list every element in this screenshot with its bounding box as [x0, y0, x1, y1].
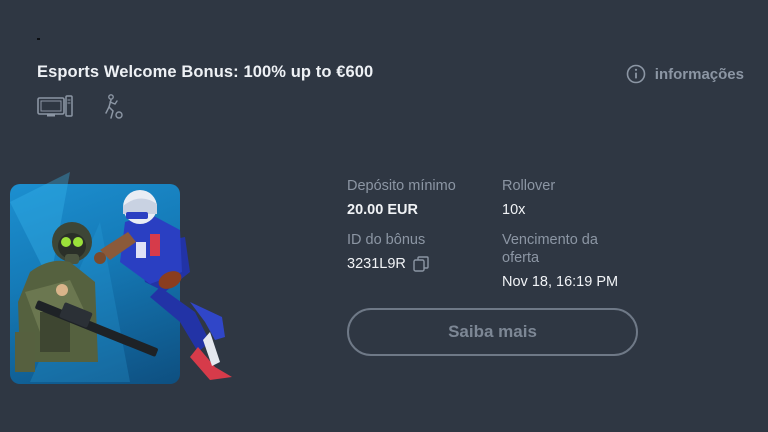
rollover-label: Rollover: [502, 178, 556, 194]
desktop-icon: [37, 95, 73, 119]
decorative-dot: [37, 38, 40, 40]
bonus-id-row: 3231L9R: [347, 254, 429, 274]
expiry-label-line2: oferta: [502, 250, 540, 266]
expiry-label: Vencimento da oferta: [502, 231, 618, 267]
learn-more-button[interactable]: Saiba mais: [347, 308, 638, 356]
bonus-id-field: ID do bônus 3231L9R: [347, 231, 429, 274]
rollover-value: 10x: [502, 202, 526, 218]
bonus-id-label: ID do bônus: [347, 232, 426, 248]
min-deposit-field: Depósito mínimo 20.00 EUR: [347, 177, 456, 220]
expiry-label-line1: Vencimento da: [502, 232, 598, 248]
info-icon: [626, 64, 646, 84]
info-link[interactable]: informações: [626, 64, 744, 84]
bonus-id-value: 3231L9R: [347, 256, 406, 272]
expiry-field: Vencimento da oferta Nov 18, 16:19 PM: [502, 231, 618, 292]
rollover-field: Rollover 10x: [502, 177, 555, 220]
expiry-value: Nov 18, 16:19 PM: [502, 274, 619, 290]
bonus-card: Esports Welcome Bonus: 100% up to €600 i…: [0, 0, 768, 432]
copy-icon[interactable]: [413, 256, 429, 272]
min-deposit-value: 20.00 EUR: [347, 202, 418, 218]
promo-artwork: [10, 162, 232, 384]
mobile-sport-icon: [103, 94, 125, 120]
min-deposit-label: Depósito mínimo: [347, 178, 456, 194]
esports-players-illustration: [10, 172, 232, 382]
info-label: informações: [654, 65, 744, 83]
platform-icons: [37, 94, 125, 120]
bonus-title: Esports Welcome Bonus: 100% up to €600: [37, 63, 374, 81]
